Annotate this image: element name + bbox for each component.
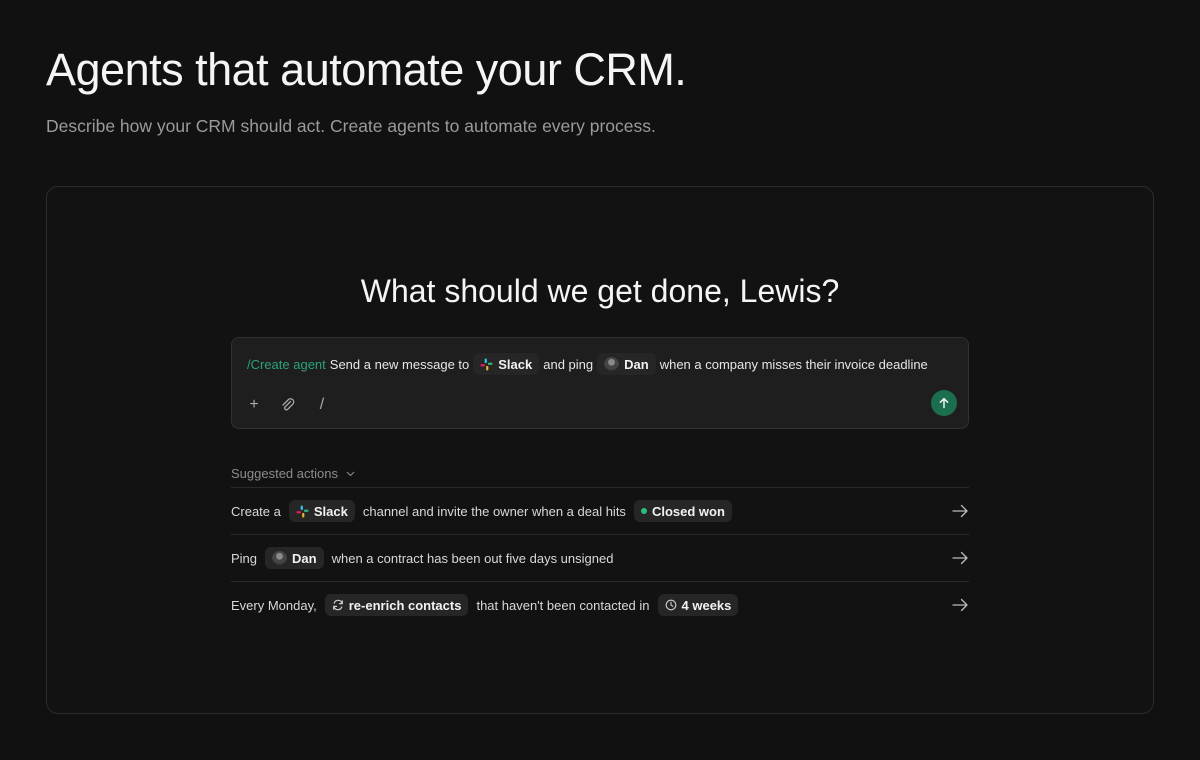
prompt-text: when a company misses their invoice dead… (659, 356, 928, 372)
suggestion-text: when a contract has been out five days u… (331, 550, 614, 566)
suggested-actions-toggle[interactable]: Suggested actions (231, 466, 355, 481)
status-chip-label: Closed won (651, 503, 725, 519)
suggestion-row[interactable]: Every Monday, re-enrich contacts that ha… (231, 581, 969, 628)
avatar (272, 550, 288, 566)
refresh-icon (332, 599, 343, 611)
slack-chip-label: Slack (498, 356, 533, 372)
user-chip-dan: Dan (265, 547, 324, 569)
arrow-up-icon (939, 397, 949, 409)
agent-panel: What should we get done, Lewis? /Create … (46, 186, 1154, 714)
action-chip: re-enrich contacts (324, 594, 469, 616)
suggestion-text: Ping (231, 550, 258, 566)
suggestion-list: Create a Slack channel and invite the ow… (231, 487, 969, 628)
page-title: Agents that automate your CRM. (46, 44, 687, 95)
user-chip-label: Dan (624, 356, 649, 372)
status-chip: Closed won (633, 500, 732, 522)
chevron-down-icon (346, 471, 355, 476)
slack-chip[interactable]: Slack (473, 353, 540, 375)
slack-icon (480, 357, 493, 371)
command-token: /Create agent (247, 356, 326, 372)
user-chip-dan[interactable]: Dan (597, 353, 656, 375)
greeting-heading: What should we get done, Lewis? (360, 273, 840, 309)
suggestion-text: Create a (231, 503, 281, 519)
action-chip-label: re-enrich contacts (348, 597, 462, 613)
prompt-text: Send a new message to (329, 356, 470, 372)
prompt-composer[interactable]: /Create agent Send a new message to Slac… (231, 337, 969, 429)
prompt-input[interactable]: /Create agent Send a new message to Slac… (247, 353, 928, 375)
user-chip-label: Dan (292, 550, 317, 566)
suggestion-row[interactable]: Create a Slack channel and invite the ow… (231, 487, 969, 534)
status-dot-icon (640, 508, 647, 514)
page-subtitle: Describe how your CRM should act. Create… (46, 116, 656, 136)
suggested-actions-label: Suggested actions (231, 466, 338, 481)
composer-toolbar: + / (244, 396, 332, 414)
slack-chip-label: Slack (313, 503, 348, 519)
suggestion-text: channel and invite the owner when a deal… (362, 503, 626, 519)
paperclip-icon[interactable] (278, 397, 298, 413)
arrow-right-icon[interactable] (951, 504, 969, 518)
avatar (604, 356, 620, 372)
clock-icon (665, 599, 676, 611)
arrow-right-icon[interactable] (951, 551, 969, 565)
prompt-text: and ping (543, 356, 594, 372)
arrow-right-icon[interactable] (951, 598, 969, 612)
time-chip-label: 4 weeks (681, 597, 732, 613)
slash-command-button[interactable]: / (312, 396, 332, 414)
send-button[interactable] (931, 390, 957, 416)
suggestion-text: that haven't been contacted in (476, 597, 650, 613)
slack-chip: Slack (288, 500, 355, 522)
suggestion-text: Every Monday, (231, 597, 317, 613)
suggestion-row[interactable]: Ping Dan when a contract has been out fi… (231, 534, 969, 581)
slack-icon (296, 504, 309, 518)
add-icon[interactable]: + (244, 396, 264, 414)
time-chip: 4 weeks (657, 594, 739, 616)
